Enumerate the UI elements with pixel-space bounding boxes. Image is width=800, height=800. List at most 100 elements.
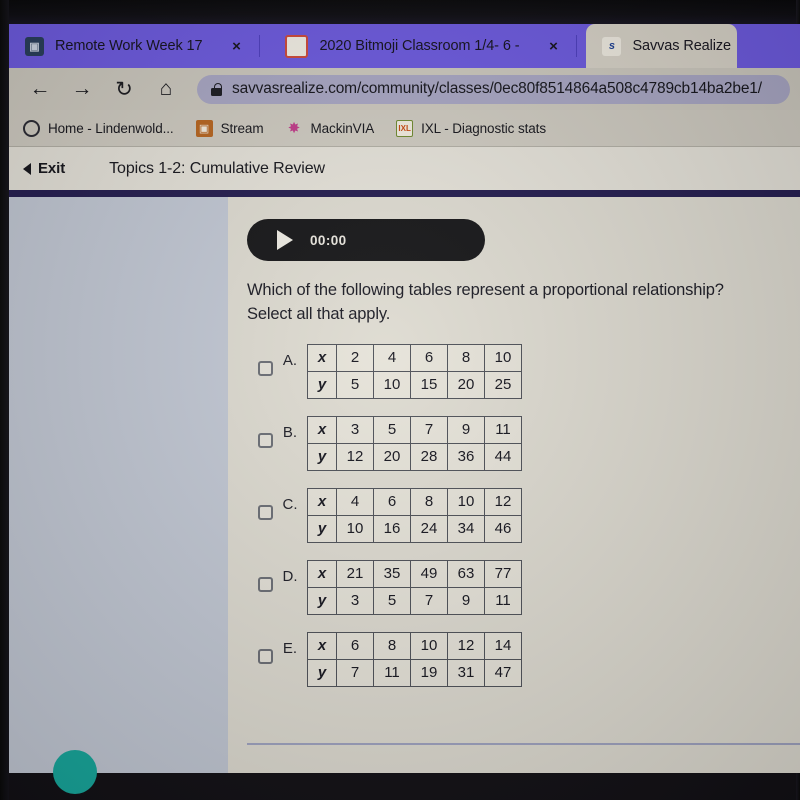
cell-x-0: 2	[336, 343, 374, 372]
cell-x-2: 49	[410, 559, 448, 588]
row-label-y: y	[307, 586, 337, 615]
bitmoji-icon	[285, 34, 309, 58]
tab-divider	[576, 35, 578, 57]
option-letter: C.	[282, 495, 298, 513]
cell-y-1: 16	[373, 514, 411, 543]
question-prompt: Which of the following tables represent …	[247, 279, 777, 327]
option-checkbox-b[interactable]	[258, 432, 273, 448]
table-row: y 10 16 24 34 46	[307, 514, 522, 543]
cell-x-4: 77	[484, 559, 522, 588]
cell-x-4: 12	[484, 487, 522, 516]
bookmark-label: Home - Lindenwold...	[48, 120, 174, 136]
option-checkbox-e[interactable]	[258, 648, 273, 664]
option-letter: B.	[282, 423, 298, 441]
exit-label: Exit	[38, 160, 66, 177]
close-icon[interactable]: ×	[228, 38, 244, 55]
home-icon[interactable]: ⌂	[145, 71, 187, 107]
browser-tab-3-active[interactable]: s Savvas Realize	[586, 24, 737, 68]
row-label-x: x	[307, 559, 337, 588]
cell-x-3: 10	[447, 487, 485, 516]
bookmark-stream[interactable]: ▣ Stream	[195, 119, 264, 137]
cell-x-2: 6	[410, 343, 448, 372]
savvas-icon: s	[602, 36, 622, 56]
cell-y-1: 11	[373, 658, 411, 687]
row-label-x: x	[307, 631, 337, 660]
option-checkbox-d[interactable]	[258, 576, 273, 592]
tab-title: 2020 Bitmoji Classroom 1/4- 6 -	[319, 38, 520, 54]
answer-options-list: A. x 2 4 6 8 10 y 5 10 15 20 25 B. x 3 5…	[247, 343, 800, 687]
stream-icon: ▣	[195, 119, 213, 137]
back-icon[interactable]: ←	[19, 71, 61, 107]
play-icon[interactable]	[277, 230, 293, 250]
cell-x-1: 5	[373, 415, 411, 444]
cell-y-2: 24	[410, 514, 448, 543]
option-row-a[interactable]: A. x 2 4 6 8 10 y 5 10 15 20 25	[247, 343, 800, 399]
forward-icon[interactable]: →	[61, 71, 103, 107]
home-icon	[23, 119, 40, 137]
reload-icon[interactable]: ↻	[103, 71, 145, 107]
screenshot-root: ▣ Remote Work Week 17 × 2020 Bitmoji Cla…	[0, 0, 800, 800]
tab-divider	[259, 35, 261, 57]
cell-y-4: 11	[484, 586, 522, 615]
option-row-e[interactable]: E. x 6 8 10 12 14 y 7 11 19 31 47	[247, 631, 800, 687]
table-row: x 3 5 7 9 11	[307, 415, 522, 444]
row-label-y: y	[307, 658, 337, 687]
cell-y-0: 5	[336, 370, 374, 399]
option-table-b: x 3 5 7 9 11 y 12 20 28 36 44	[307, 415, 522, 471]
cell-x-0: 6	[336, 631, 374, 660]
bookmark-ixl[interactable]: IXL IXL - Diagnostic stats	[396, 119, 546, 137]
row-label-y: y	[307, 514, 337, 543]
browser-toolbar: ← → ↻ ⌂ savvasrealize.com/community/clas…	[9, 68, 800, 110]
tab-title: Remote Work Week 17	[55, 38, 203, 54]
table-row: y 12 20 28 36 44	[307, 442, 522, 471]
option-row-d[interactable]: D. x 21 35 49 63 77 y 3 5 7 9 11	[247, 559, 800, 615]
close-icon[interactable]: ×	[545, 38, 561, 55]
cell-x-0: 4	[336, 487, 374, 516]
lock-icon	[211, 82, 222, 96]
cell-y-2: 7	[410, 586, 448, 615]
table-row: y 7 11 19 31 47	[307, 658, 522, 687]
cell-x-3: 9	[447, 415, 485, 444]
cell-y-0: 7	[336, 658, 374, 687]
table-row: x 4 6 8 10 12	[307, 487, 522, 516]
mackinvia-icon: ✸	[287, 120, 301, 137]
cell-x-0: 21	[336, 559, 374, 588]
classroom-icon: ▣	[25, 36, 44, 56]
table-row: x 21 35 49 63 77	[307, 559, 522, 588]
exit-button[interactable]: Exit	[23, 160, 65, 177]
row-label-x: x	[307, 487, 337, 516]
audio-player[interactable]: 00:00	[247, 219, 485, 261]
app-header: Exit Topics 1-2: Cumulative Review	[9, 146, 800, 190]
tab-title: Savvas Realize	[632, 38, 731, 54]
option-checkbox-c[interactable]	[258, 504, 273, 520]
bookmark-label: IXL - Diagnostic stats	[421, 120, 546, 136]
cell-x-1: 8	[373, 631, 411, 660]
cell-x-4: 14	[484, 631, 522, 660]
cell-x-0: 3	[336, 415, 374, 444]
help-fab-button[interactable]	[53, 750, 97, 794]
page-title: Topics 1-2: Cumulative Review	[109, 159, 325, 177]
row-label-y: y	[307, 442, 337, 471]
option-table-c: x 4 6 8 10 12 y 10 16 24 34 46	[307, 487, 522, 543]
cell-x-3: 63	[447, 559, 485, 588]
cell-x-3: 12	[447, 631, 485, 660]
address-bar[interactable]: savvasrealize.com/community/classes/0ec8…	[197, 74, 790, 104]
question-line-2: Select all that apply.	[247, 304, 391, 323]
option-checkbox-a[interactable]	[258, 360, 273, 376]
row-label-x: x	[307, 415, 337, 444]
cell-x-1: 6	[373, 487, 411, 516]
row-label-x: x	[307, 343, 337, 372]
bookmark-label: MackinVIA	[310, 120, 375, 136]
cell-y-1: 20	[373, 442, 411, 471]
option-row-b[interactable]: B. x 3 5 7 9 11 y 12 20 28 36 44	[247, 415, 800, 471]
bookmark-mackinvia[interactable]: ✸ MackinVIA	[286, 120, 375, 137]
cell-x-2: 10	[410, 631, 448, 660]
option-letter: A.	[282, 351, 298, 369]
option-table-e: x 6 8 10 12 14 y 7 11 19 31 47	[307, 631, 522, 687]
cell-y-3: 34	[447, 514, 485, 543]
browser-tab-1[interactable]: ▣ Remote Work Week 17 ×	[9, 24, 251, 68]
option-row-c[interactable]: C. x 4 6 8 10 12 y 10 16 24 34 46	[247, 487, 800, 543]
bookmark-home-lindenwold[interactable]: Home - Lindenwold...	[23, 119, 174, 137]
browser-tab-2[interactable]: 2020 Bitmoji Classroom 1/4- 6 - ×	[269, 24, 568, 68]
url-text: savvasrealize.com/community/classes/0ec8…	[232, 80, 762, 97]
